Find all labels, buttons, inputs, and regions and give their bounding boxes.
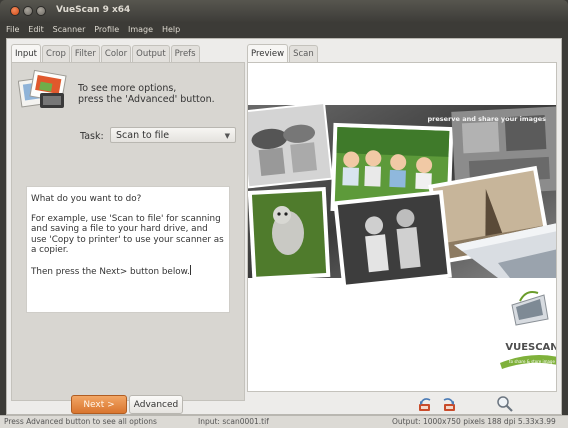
close-window-button[interactable] [10,6,20,16]
zoom-icon[interactable] [495,394,515,414]
tab-output[interactable]: Output [132,45,170,62]
window-title: VueScan 9 x64 [56,5,131,15]
tab-filter[interactable]: Filter [70,45,100,62]
maximize-window-button[interactable] [36,6,46,16]
bottom-toolbar: Next > Advanced [7,394,561,415]
info-line-1: To see more options, [78,83,177,94]
preview-area[interactable]: preserve and share your images VUESCAN t… [247,62,557,392]
status-middle: Input: scan0001.tif [198,417,269,426]
minimize-window-button[interactable] [23,6,33,16]
menu-file[interactable]: File [6,22,19,34]
preview-tagline: preserve and share your images [428,115,547,123]
menu-help[interactable]: Help [162,22,180,34]
photo-dog [248,186,331,281]
menu-edit[interactable]: Edit [28,22,44,34]
info-message: To see more options, press the 'Advanced… [78,83,215,105]
logo-text: VUESCAN [505,342,557,353]
text-cursor [189,265,191,276]
preview-image: preserve and share your images VUESCAN t… [248,101,557,369]
vuescan-logo: VUESCAN to share & store image [500,291,557,369]
help-paragraph-3-text: Then press the Next> button below. [31,267,190,278]
logo-subtext: to share & store image [509,359,555,364]
task-selected-value: Scan to file [116,130,170,141]
tab-prefs[interactable]: Prefs [170,45,200,62]
help-paragraph-2: For example, use 'Scan to file' for scan… [31,214,224,255]
photo-hats [248,101,334,189]
photos-info-icon [18,69,67,108]
help-paragraph-1: What do you want to do? [31,194,142,204]
info-line-2: press the 'Advanced' button. [78,94,215,105]
tab-scan[interactable]: Scan [289,45,318,62]
help-text-box[interactable]: What do you want to do? For example, use… [26,186,230,313]
tab-crop[interactable]: Crop [42,45,70,62]
tab-preview[interactable]: Preview [247,44,289,63]
chevron-down-icon: ▼ [224,132,230,140]
task-select[interactable]: Scan to file ▼ [110,127,236,143]
menu-image[interactable]: Image [128,22,153,34]
preview-panel: Preview Scan preserve and share your ima… [247,43,557,401]
status-right: Output: 1000x750 pixels 188 dpi 5.33x3.9… [392,417,556,426]
status-left: Press Advanced button to see all options [4,417,157,426]
task-label: Task: [80,131,104,142]
left-tab-bar: Input Crop Filter Color Output Prefs [11,43,201,63]
photo-couple [333,190,452,290]
advanced-button[interactable]: Advanced [129,395,183,414]
title-bar: VueScan 9 x64 [0,0,568,22]
menu-scanner[interactable]: Scanner [53,22,86,34]
main-frame: Input Crop Filter Color Output Prefs To see m… [6,38,562,415]
next-button[interactable]: Next > [71,395,127,414]
rotate-left-icon[interactable] [415,394,435,414]
options-panel: Input Crop Filter Color Output Prefs To see m… [11,43,245,401]
tab-input[interactable]: Input [11,44,42,63]
right-tab-bar: Preview Scan [247,43,319,63]
status-bar: Press Advanced button to see all options… [0,415,568,428]
rotate-right-icon[interactable] [439,394,459,414]
help-paragraph-3: Then press the Next> button below. [31,265,225,277]
tab-color[interactable]: Color [100,45,132,62]
menu-profile[interactable]: Profile [94,22,119,34]
input-tab-content: To see more options, press the 'Advanced… [11,62,245,401]
menu-bar: File Edit Scanner Profile Image Help [0,22,568,38]
